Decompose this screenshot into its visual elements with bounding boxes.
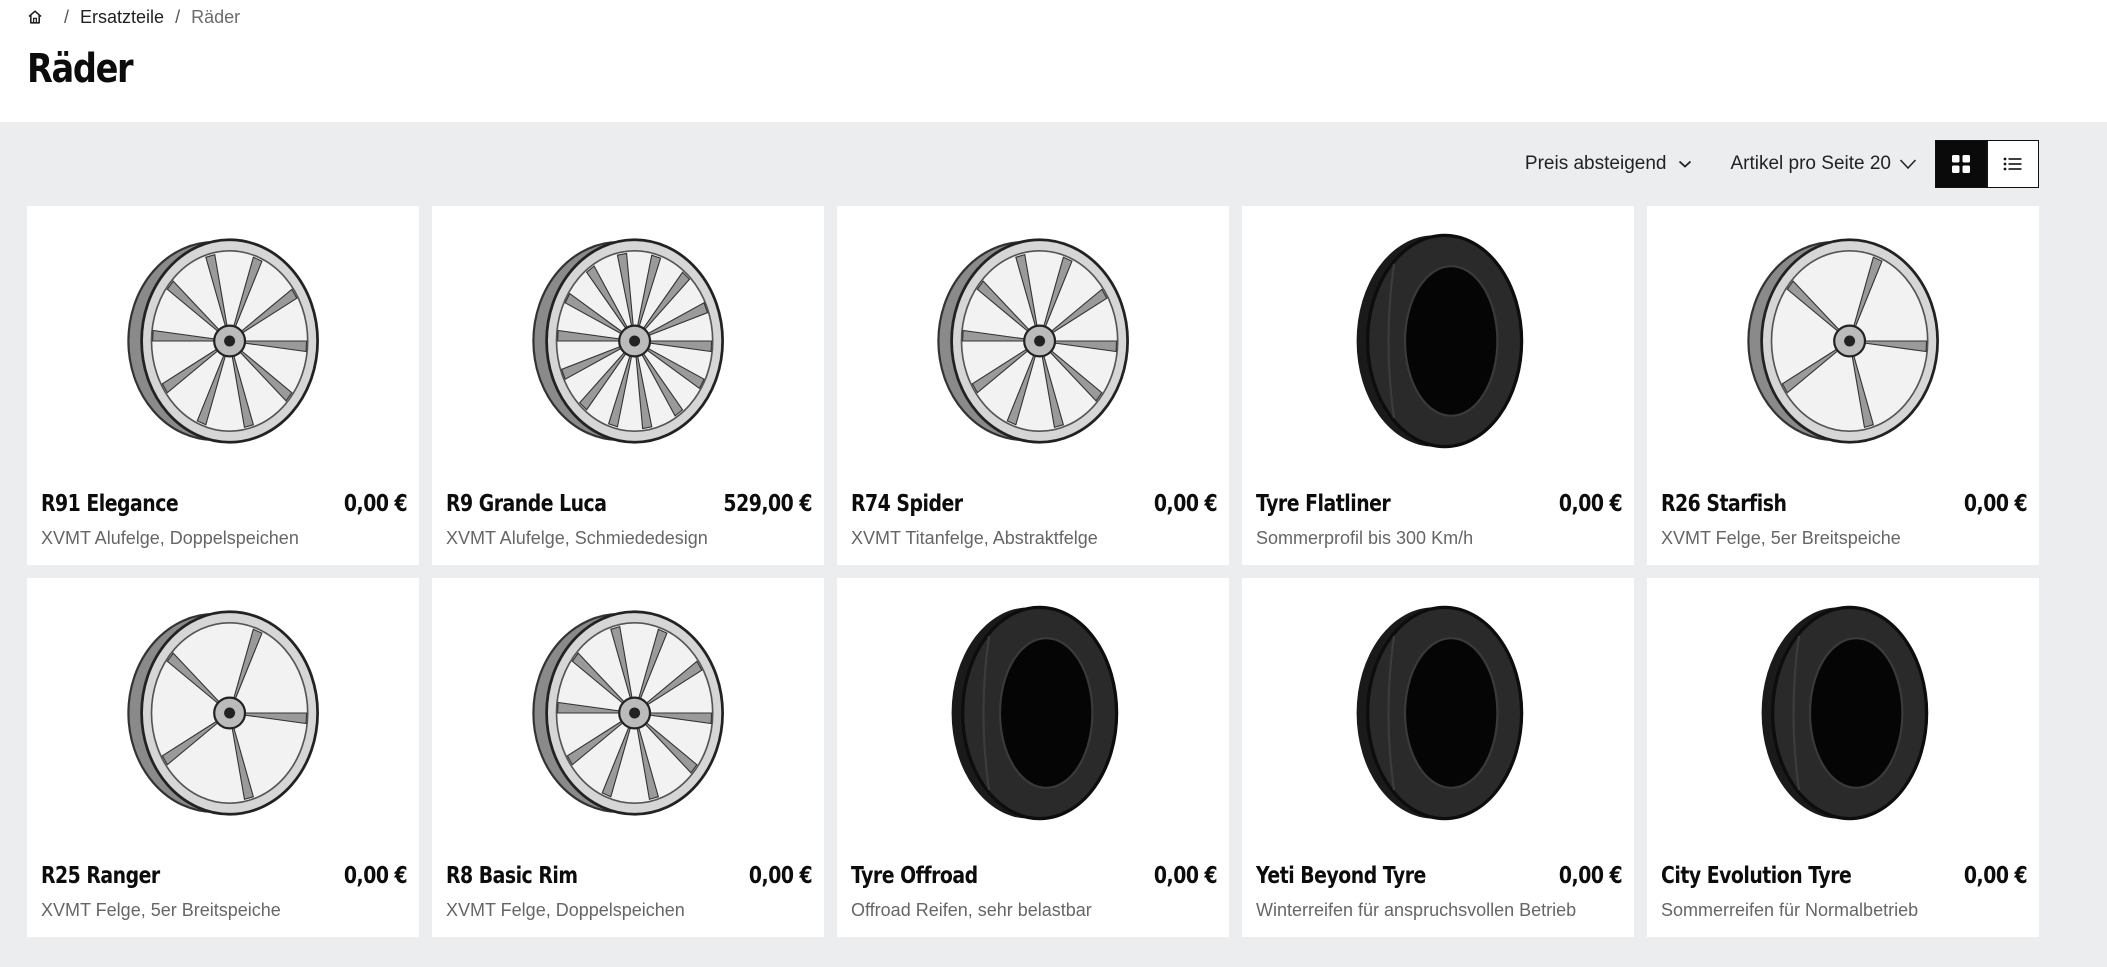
product-name[interactable]: R74 Spider <box>851 491 963 517</box>
grid-view-button[interactable] <box>1935 140 1987 188</box>
product-card[interactable]: R25 Ranger 0,00 € XVMT Felge, 5er Breitspe… <box>27 578 419 937</box>
breadcrumb-item-ersatzteile[interactable]: Ersatzteile <box>80 7 164 28</box>
product-description: Sommerreifen für Normalbetrieb <box>1661 900 1919 920</box>
rim-image[interactable] <box>27 578 419 848</box>
breadcrumb-separator: / <box>175 6 181 27</box>
product-description: XVMT Titanfelge, Abstraktfelge <box>851 528 1098 548</box>
product-name[interactable]: R8 Basic Rim <box>446 863 578 889</box>
product-name[interactable]: Tyre Flatliner <box>1256 491 1391 517</box>
per-page-label: Artikel pro Seite 20 <box>1730 153 1891 174</box>
listing-toolbar: Preis absteigend Artikel pro Seite 20 <box>1525 140 2039 188</box>
product-card[interactable]: R74 Spider 0,00 € XVMT Titanfelge, Abstrak… <box>837 206 1229 565</box>
product-price: 0,00 € <box>1963 491 2028 517</box>
rim-image[interactable] <box>27 206 419 476</box>
product-description: Offroad Reifen, sehr belastbar <box>851 900 1092 920</box>
list-view-button[interactable] <box>1987 140 2039 188</box>
product-card[interactable]: City Evolution Tyre 0,00 € Sommerreifen fü… <box>1647 578 2039 937</box>
rim-image[interactable] <box>837 206 1229 476</box>
product-description: XVMT Felge, 5er Breitspeiche <box>1661 528 1901 548</box>
per-page-dropdown[interactable]: Artikel pro Seite 20 <box>1730 153 1917 175</box>
rim-image[interactable] <box>432 206 824 476</box>
breadcrumb: / Ersatzteile / Räder <box>27 6 240 28</box>
product-price: 0,00 € <box>1963 863 2028 889</box>
product-description: XVMT Felge, Doppelspeichen <box>446 900 685 920</box>
product-price: 0,00 € <box>1558 491 1623 517</box>
sort-label: Preis absteigend <box>1524 153 1667 174</box>
product-price: 0,00 € <box>1558 863 1623 889</box>
product-price: 0,00 € <box>343 491 408 517</box>
breadcrumb-separator: / <box>64 6 70 27</box>
product-grid: R91 Elegance 0,00 € XVMT Alufelge, Doppels… <box>27 206 2039 937</box>
product-name[interactable]: R91 Elegance <box>41 491 179 517</box>
product-name[interactable]: Tyre Offroad <box>851 863 978 889</box>
product-price: 0,00 € <box>1153 491 1218 517</box>
product-description: XVMT Felge, 5er Breitspeiche <box>41 900 281 920</box>
product-card[interactable]: Tyre Offroad 0,00 € Offroad Reifen, sehr b… <box>837 578 1229 937</box>
product-card[interactable]: Tyre Flatliner 0,00 € Sommerprofil bis 300… <box>1242 206 1634 565</box>
grid-view-icon <box>1952 155 1970 173</box>
page-header: / Ersatzteile / Räder Räder <box>0 0 2107 122</box>
product-card[interactable]: Yeti Beyond Tyre 0,00 € Winterreifen für a… <box>1242 578 1634 937</box>
product-name[interactable]: Yeti Beyond Tyre <box>1256 863 1426 889</box>
product-price: 529,00 € <box>723 491 812 517</box>
product-description: XVMT Alufelge, Schmiededesign <box>446 528 708 548</box>
chevron-down-icon <box>1679 160 1692 168</box>
product-card[interactable]: R9 Grande Luca 529,00 € XVMT Alufelge, Sch… <box>432 206 824 565</box>
tyre-image[interactable] <box>1242 578 1634 848</box>
product-name[interactable]: R26 Starfish <box>1661 491 1787 517</box>
tyre-image[interactable] <box>1242 206 1634 476</box>
product-price: 0,00 € <box>1153 863 1218 889</box>
home-icon[interactable] <box>27 9 43 25</box>
tyre-image[interactable] <box>1647 578 2039 848</box>
page-title: Räder <box>27 46 134 92</box>
rim-image[interactable] <box>1647 206 2039 476</box>
chevron-down-icon <box>1899 159 1917 170</box>
product-name[interactable]: R25 Ranger <box>41 863 160 889</box>
tyre-image[interactable] <box>837 578 1229 848</box>
product-description: XVMT Alufelge, Doppelspeichen <box>41 528 299 548</box>
product-price: 0,00 € <box>343 863 408 889</box>
product-name[interactable]: R9 Grande Luca <box>446 491 607 517</box>
product-description: Sommerprofil bis 300 Km/h <box>1256 528 1474 548</box>
product-price: 0,00 € <box>748 863 813 889</box>
breadcrumb-item-current: Räder <box>191 6 241 27</box>
rim-image[interactable] <box>432 578 824 848</box>
product-card[interactable]: R8 Basic Rim 0,00 € XVMT Felge, Doppelspei… <box>432 578 824 937</box>
product-name[interactable]: City Evolution Tyre <box>1661 863 1852 889</box>
product-card[interactable]: R91 Elegance 0,00 € XVMT Alufelge, Doppels… <box>27 206 419 565</box>
sort-dropdown[interactable]: Preis absteigend <box>1525 153 1693 175</box>
product-description: Winterreifen für anspruchsvollen Betrieb <box>1256 900 1577 920</box>
list-view-icon <box>2003 157 2022 171</box>
product-card[interactable]: R26 Starfish 0,00 € XVMT Felge, 5er Breits… <box>1647 206 2039 565</box>
